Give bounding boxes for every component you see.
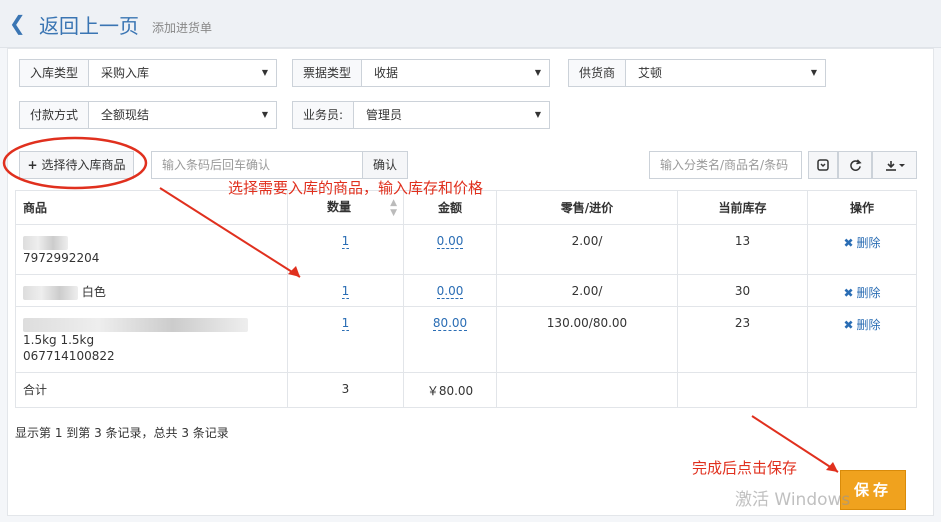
save-hint-annotation: 完成后点击保存 — [692, 459, 798, 477]
annotation-overlay — [2, 136, 839, 473]
windows-watermark: 激活 Windows — [735, 490, 851, 510]
instruction-annotation: 选择需要入库的商品，输入库存和价格 — [228, 179, 484, 197]
